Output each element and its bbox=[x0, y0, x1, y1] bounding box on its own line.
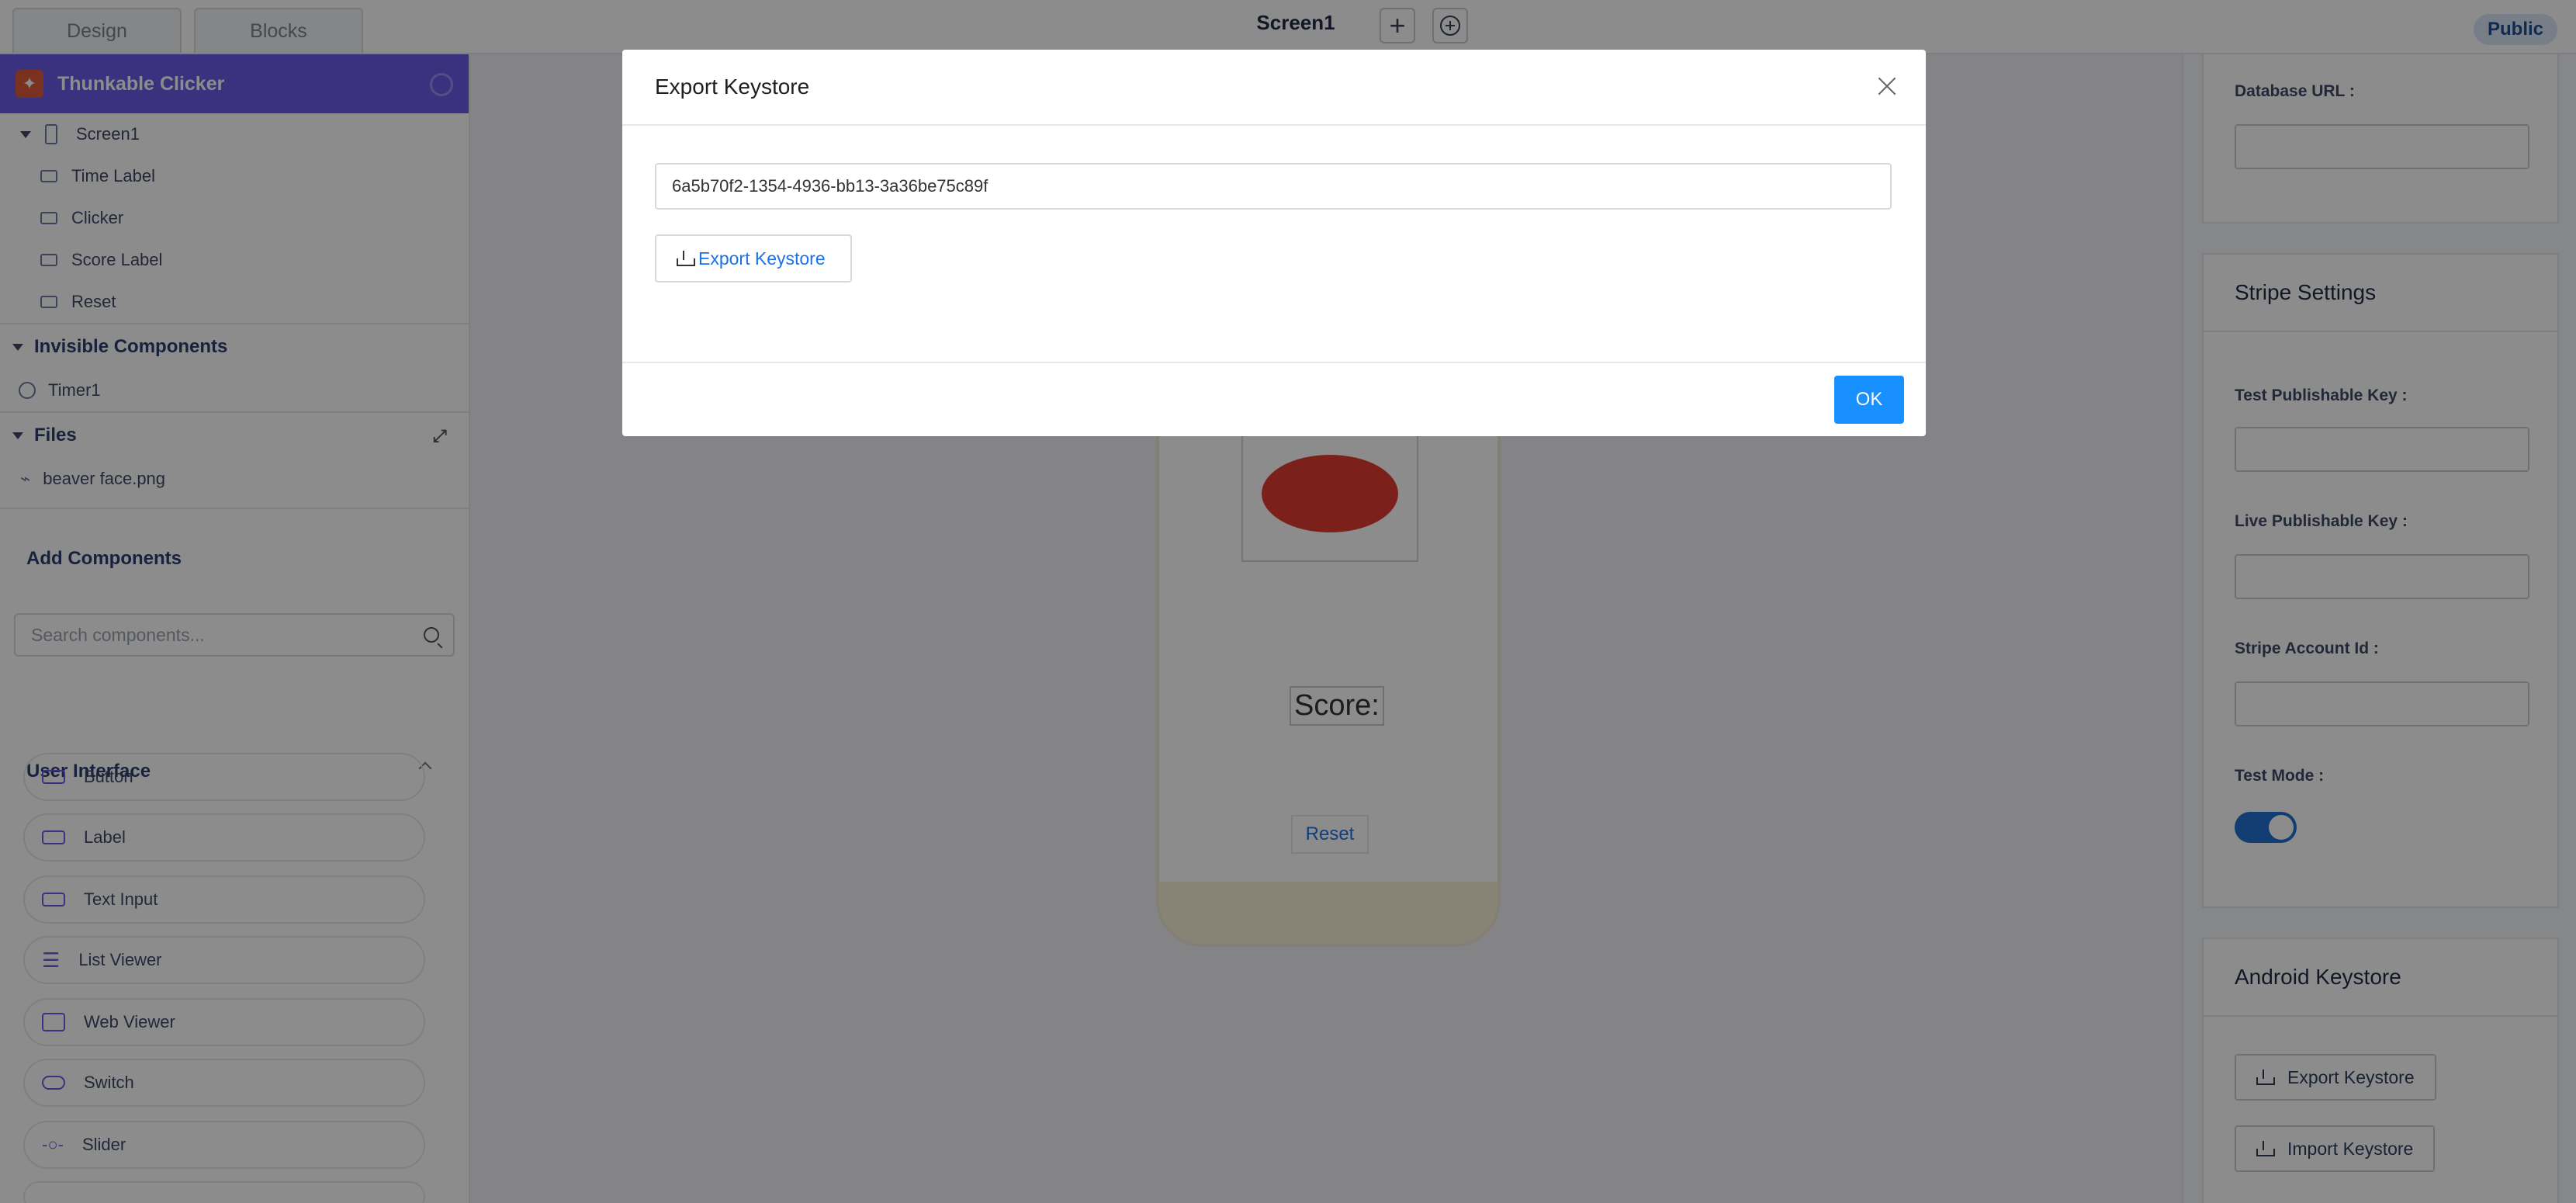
dialog-header: Export Keystore bbox=[622, 50, 1926, 126]
export-keystore-button[interactable]: Export Keystore bbox=[655, 234, 852, 283]
dialog-title: Export Keystore bbox=[655, 75, 810, 99]
export-keystore-dialog: Export Keystore 6a5b70f2-1354-4936-bb13-… bbox=[622, 50, 1926, 436]
keystore-id-field[interactable]: 6a5b70f2-1354-4936-bb13-3a36be75c89f bbox=[655, 163, 1892, 210]
button-label: Export Keystore bbox=[698, 248, 826, 269]
ok-button[interactable]: OK bbox=[1834, 376, 1904, 424]
dialog-body: 6a5b70f2-1354-4936-bb13-3a36be75c89f Exp… bbox=[622, 126, 1926, 363]
close-icon[interactable] bbox=[1871, 71, 1903, 102]
download-icon bbox=[677, 251, 695, 266]
